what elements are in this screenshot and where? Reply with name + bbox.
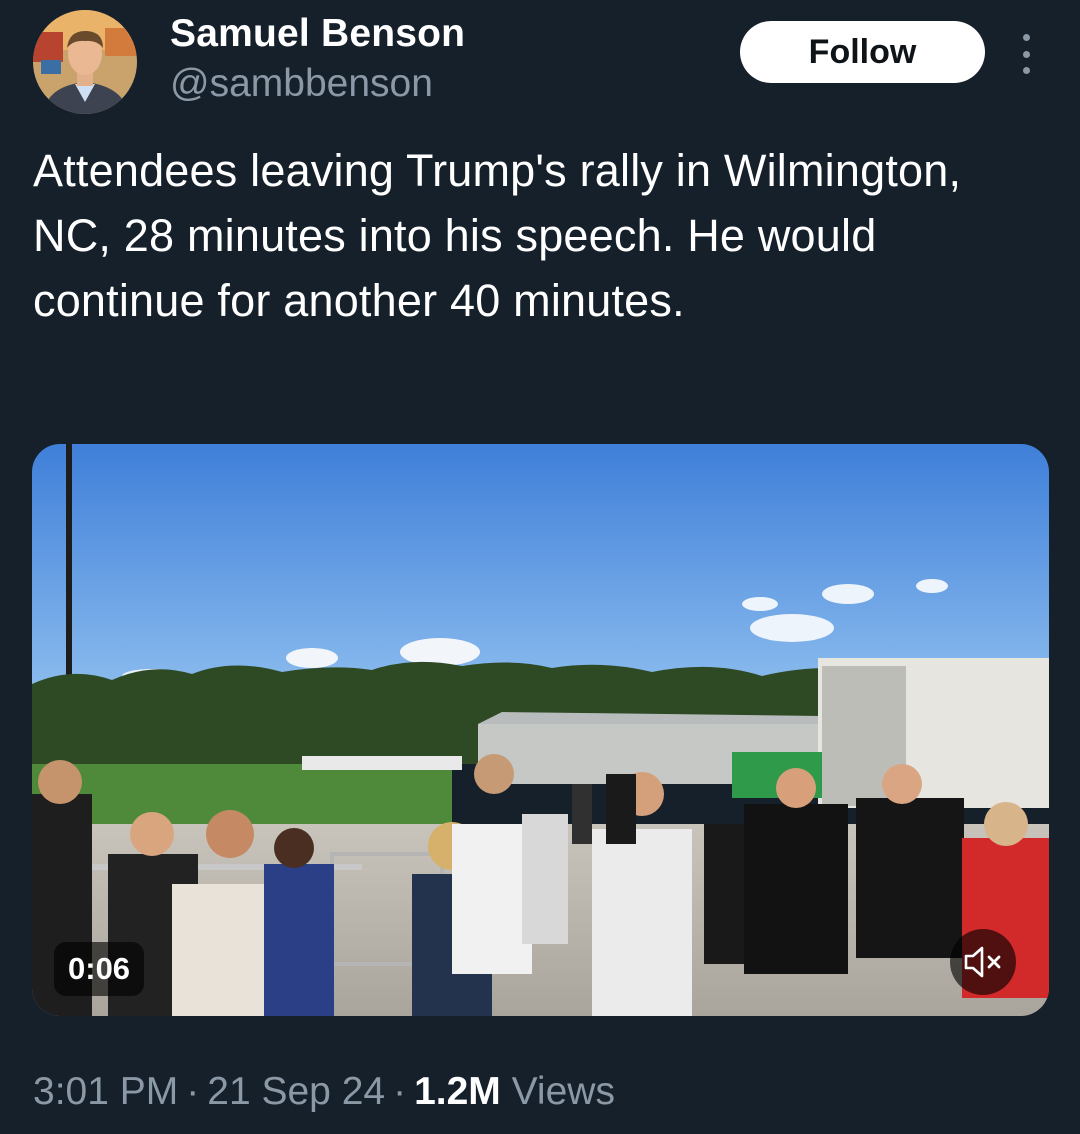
tweet-meta: 3:01 PM · 21 Sep 24 · 1.2M Views — [33, 1070, 615, 1114]
speaker-glyph — [964, 946, 1001, 978]
more-vertical-icon[interactable] — [1014, 34, 1038, 74]
tweet-time[interactable]: 3:01 PM — [33, 1070, 178, 1113]
tweet-text: Attendees leaving Trump's rally in Wilmi… — [33, 145, 962, 326]
meta-separator: · — [186, 1070, 200, 1113]
author-avatar[interactable] — [33, 10, 137, 114]
video-frame — [32, 444, 1049, 1016]
volume-muted-icon[interactable] — [950, 929, 1016, 995]
meta-separator: · — [393, 1070, 407, 1113]
follow-button[interactable]: Follow — [740, 21, 985, 83]
avatar-image — [33, 10, 137, 114]
video-duration: 0:06 — [54, 942, 145, 996]
more-dot — [1022, 34, 1030, 41]
video-player[interactable] — [32, 444, 1049, 1016]
tweet-date[interactable]: 21 Sep 24 — [207, 1070, 385, 1113]
views-count[interactable]: 1.2M — [414, 1070, 501, 1113]
more-dot — [1022, 67, 1030, 74]
views-label: Views — [511, 1070, 615, 1113]
author-handle[interactable]: @sambbenson — [170, 62, 433, 106]
more-dot — [1022, 50, 1030, 58]
author-display-name[interactable]: Samuel Benson — [170, 12, 465, 56]
